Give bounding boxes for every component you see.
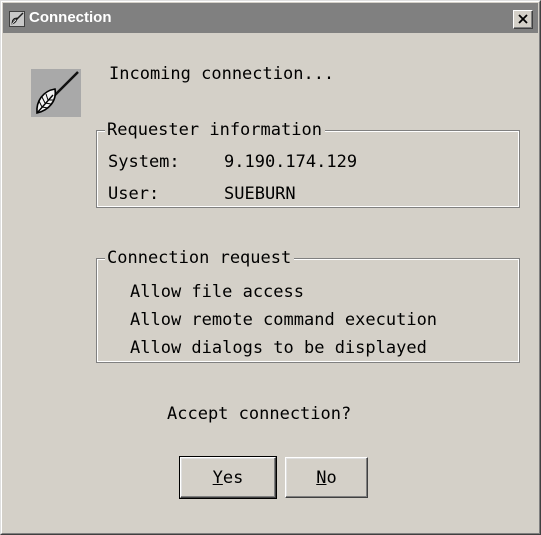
quill-leaf-icon [9,11,25,27]
no-button-label: No [286,467,367,489]
no-label-rest: o [326,468,337,488]
connection-dialog: Connection Incoming connection... Reques… [0,0,541,535]
yes-button-label: Yes [181,467,275,489]
system-value: 9.190.174.129 [224,152,358,172]
user-label: User: [108,184,160,204]
no-button[interactable]: No [285,457,368,498]
system-label: System: [108,152,180,172]
request-item-remote-command: Allow remote command execution [130,310,438,330]
incoming-message: Incoming connection... [109,64,335,84]
title-bar[interactable]: Connection [3,3,538,33]
request-item-file-access: Allow file access [130,282,304,302]
connection-app-icon [31,69,81,117]
window-title: Connection [29,9,112,26]
request-item-dialogs: Allow dialogs to be displayed [130,338,427,358]
yes-accelerator: Y [212,468,223,488]
yes-button[interactable]: Yes [179,456,277,499]
close-button[interactable] [513,10,533,29]
user-value: SUEBURN [224,184,296,204]
yes-label-rest: es [222,468,244,488]
connection-request-label: Connection request [105,247,295,269]
close-icon [514,14,532,32]
requester-info-label: Requester information [105,119,325,141]
accept-prompt: Accept connection? [167,404,352,424]
no-accelerator: N [316,468,327,488]
